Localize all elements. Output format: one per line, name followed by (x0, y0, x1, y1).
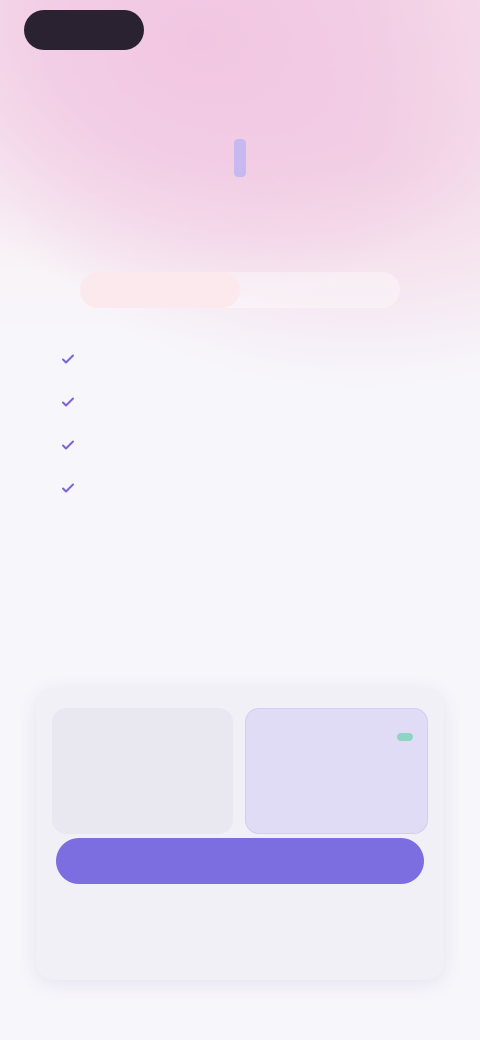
check-icon (62, 397, 74, 407)
pricing-option-1[interactable] (52, 708, 233, 834)
hero-title-line-2 (40, 136, 440, 180)
subscribe-button[interactable] (56, 838, 424, 884)
check-icon (62, 354, 74, 364)
hero-heading (40, 128, 440, 180)
feature-list (60, 348, 420, 520)
top-link[interactable] (436, 24, 456, 36)
paywall-page (0, 0, 480, 1040)
feature-item (60, 391, 420, 410)
plan-tabs (80, 272, 400, 308)
plan-tab-1[interactable] (80, 272, 240, 308)
hero-title-accent (234, 139, 246, 177)
pricing-card (36, 688, 444, 980)
top-bar (24, 10, 456, 50)
plan-tab-2[interactable] (240, 272, 400, 308)
app-logo[interactable] (24, 10, 144, 50)
pricing-options (52, 708, 428, 834)
pricing-option-2[interactable] (245, 708, 428, 834)
check-icon (62, 440, 74, 450)
discount-badge (397, 733, 413, 741)
feature-item (60, 434, 420, 453)
feature-item (60, 477, 420, 496)
feature-item (60, 348, 420, 367)
check-icon (62, 483, 74, 493)
